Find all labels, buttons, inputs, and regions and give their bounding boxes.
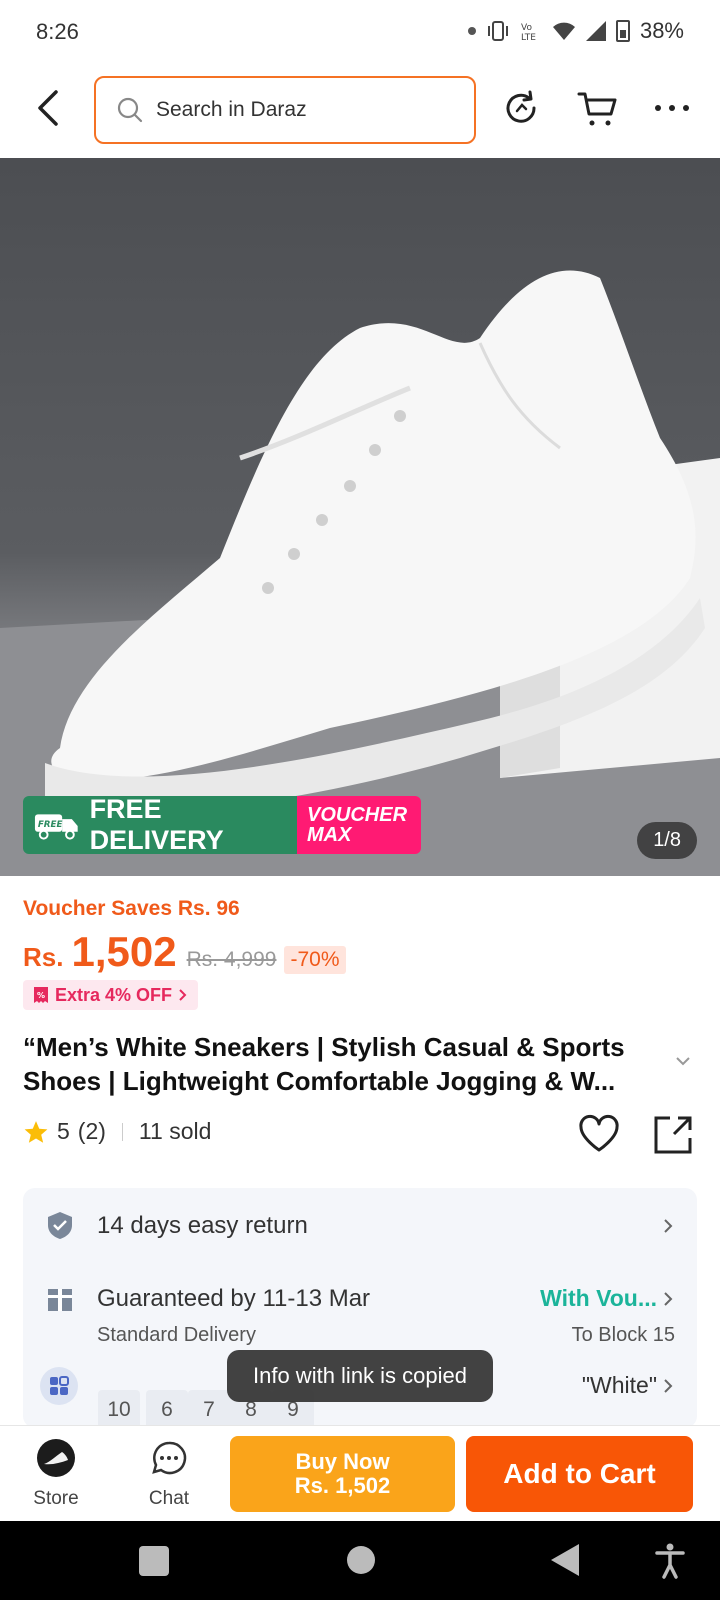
coupon-icon: % bbox=[34, 987, 48, 1003]
delivery-truck-icon: FREE bbox=[34, 814, 78, 840]
delivery-row[interactable]: Guaranteed by 11-13 Mar Standard Deliver… bbox=[23, 1262, 697, 1346]
svg-text:Vo: Vo bbox=[521, 23, 532, 33]
size-option[interactable]: 7 bbox=[188, 1390, 230, 1430]
image-counter: 1/8 bbox=[637, 822, 697, 859]
battery-percent: 38% bbox=[639, 18, 684, 43]
volte-icon: VoLTE bbox=[521, 23, 536, 42]
status-time: 8:26 bbox=[36, 19, 79, 44]
original-price: Rs. 4,999 bbox=[186, 948, 277, 971]
vibrate-icon bbox=[487, 21, 508, 41]
product-title: “Men’s White Sneakers | Stylish Casual &… bbox=[23, 1032, 625, 1096]
wishlist-heart-icon[interactable] bbox=[578, 1114, 620, 1154]
status-icons: Vo LTE 38% bbox=[467, 18, 684, 44]
search-icon bbox=[117, 97, 143, 123]
product-image-gallery[interactable]: FREE FREE DELIVERY VOUCHER MAX 1/8 bbox=[0, 158, 720, 876]
store-avatar-icon bbox=[37, 1439, 75, 1477]
size-option[interactable]: 10 bbox=[98, 1390, 140, 1430]
chevron-right-icon bbox=[664, 1379, 673, 1393]
price-currency: Rs. bbox=[23, 942, 64, 972]
status-bar: 8:26 Vo LTE 38% bbox=[0, 0, 720, 64]
store-label: Store bbox=[33, 1488, 79, 1509]
chat-icon bbox=[152, 1441, 187, 1475]
price-row: Rs. 1,502 Rs. 4,999 -70% bbox=[23, 928, 346, 976]
chat-button[interactable]: Chat bbox=[129, 1438, 209, 1510]
free-delivery-label: FREE DELIVERY bbox=[89, 796, 224, 854]
divider bbox=[121, 1122, 123, 1141]
chat-label: Chat bbox=[148, 1488, 190, 1509]
bottom-action-bar: Store Chat Buy Now Rs. 1,502 Add to Cart bbox=[0, 1425, 720, 1521]
chevron-right-icon bbox=[179, 989, 187, 1001]
back-arrow-icon[interactable] bbox=[30, 86, 70, 130]
chevron-right-icon bbox=[664, 1219, 673, 1233]
sold-count: 11 sold bbox=[138, 1118, 212, 1144]
share-icon[interactable] bbox=[652, 1114, 694, 1156]
home-button-icon[interactable] bbox=[347, 1546, 375, 1574]
voucher-max-badge: VOUCHER MAX bbox=[297, 796, 421, 854]
current-price: 1,502 bbox=[71, 928, 177, 975]
cart-icon[interactable] bbox=[576, 86, 620, 130]
system-nav-bar bbox=[0, 1521, 720, 1600]
svg-text:%: % bbox=[37, 991, 45, 1000]
svg-text:LTE: LTE bbox=[521, 33, 536, 42]
back-button-icon[interactable] bbox=[551, 1544, 579, 1576]
delivery-location: To Block 15 bbox=[571, 1324, 675, 1346]
top-header: Search in Daraz bbox=[0, 64, 720, 158]
add-to-cart-button[interactable]: Add to Cart bbox=[466, 1436, 693, 1512]
cell-signal-icon bbox=[585, 21, 606, 41]
size-option[interactable]: 6 bbox=[146, 1390, 188, 1430]
expand-title-chevron-icon[interactable] bbox=[674, 1052, 692, 1070]
accessibility-icon[interactable] bbox=[654, 1543, 686, 1579]
promo-banner: FREE FREE DELIVERY VOUCHER MAX bbox=[23, 796, 421, 854]
more-options-icon[interactable] bbox=[650, 86, 694, 130]
store-button[interactable]: Store bbox=[16, 1438, 96, 1510]
discount-badge: -70% bbox=[284, 946, 346, 974]
voucher-link[interactable]: With Vou... bbox=[540, 1285, 657, 1312]
delivery-type: Standard Delivery bbox=[97, 1324, 256, 1346]
wifi-icon bbox=[552, 22, 575, 40]
package-icon bbox=[48, 1289, 72, 1311]
returns-label: 14 days easy return bbox=[97, 1212, 308, 1239]
battery-icon bbox=[615, 20, 630, 42]
returns-row[interactable]: 14 days easy return bbox=[23, 1188, 697, 1262]
product-image bbox=[0, 270, 720, 876]
copied-toast: Info with link is copied bbox=[227, 1350, 493, 1402]
search-placeholder: Search in Daraz bbox=[156, 98, 307, 121]
variants-icon bbox=[40, 1367, 78, 1405]
extra-off-tag[interactable]: % Extra 4% OFF bbox=[23, 980, 199, 1010]
notification-dot-icon bbox=[467, 27, 476, 35]
refresh-share-icon[interactable] bbox=[500, 86, 544, 130]
chevron-right-icon bbox=[664, 1292, 673, 1306]
voucher-savings: Voucher Saves Rs. 96 bbox=[23, 897, 240, 920]
rating-count: (2) bbox=[77, 1118, 106, 1144]
rating-row[interactable]: 5 (2) 11 sold bbox=[23, 1118, 211, 1145]
max-label: MAX bbox=[307, 824, 352, 846]
star-icon bbox=[24, 1120, 48, 1143]
rating-value: 5 bbox=[57, 1118, 70, 1144]
free-badge-text: FREE bbox=[38, 820, 63, 830]
buy-now-label: Buy Now bbox=[295, 1449, 390, 1474]
extra-off-label: Extra 4% OFF bbox=[55, 984, 173, 1005]
shield-check-icon bbox=[48, 1212, 72, 1239]
selected-color: "White" bbox=[581, 1372, 657, 1398]
recents-button-icon[interactable] bbox=[139, 1546, 169, 1576]
guarantee-label: Guaranteed by 11-13 Mar bbox=[97, 1285, 371, 1312]
free-delivery-badge: FREE FREE DELIVERY bbox=[23, 796, 297, 854]
search-input[interactable]: Search in Daraz bbox=[94, 76, 476, 144]
buy-now-price: Rs. 1,502 bbox=[294, 1473, 391, 1498]
buy-now-button[interactable]: Buy Now Rs. 1,502 bbox=[230, 1436, 455, 1512]
voucher-label: VOUCHER bbox=[307, 804, 408, 826]
